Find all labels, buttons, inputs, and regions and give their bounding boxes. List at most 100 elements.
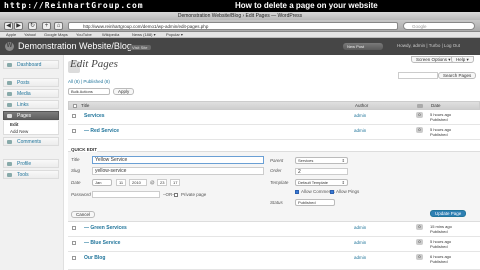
column-header-date[interactable]: Date (431, 102, 441, 110)
row-checkbox[interactable] (72, 256, 76, 260)
help-button[interactable]: Help ▾ (451, 56, 474, 63)
author-link[interactable]: admin (354, 113, 366, 118)
allow-comments-checkbox[interactable] (295, 190, 299, 194)
sidebar-item-label: Links (17, 102, 29, 108)
column-header-title[interactable]: Title (81, 102, 89, 110)
update-page-button[interactable]: Update Page (430, 210, 467, 217)
author-link[interactable]: admin (354, 225, 366, 230)
back-button[interactable]: ◀ (4, 22, 13, 30)
comment-count-badge[interactable]: 0 (416, 239, 423, 245)
table-row: — Red Service admin 0 5 hours ago Publish… (68, 125, 480, 140)
comments-column-icon (417, 104, 423, 108)
password-input[interactable] (92, 191, 160, 198)
author-link[interactable]: admin (354, 240, 366, 245)
wordpress-logo-icon: W (5, 42, 14, 51)
page-title-link[interactable]: Services (84, 113, 105, 119)
reload-button[interactable]: ↻ (28, 22, 37, 30)
sidebar-item-comments[interactable]: Comments (3, 137, 59, 146)
url-text: http://www.reinhartgroup.com/demo1/wp-ad… (83, 24, 209, 29)
comment-count-badge[interactable]: 0 (416, 224, 423, 230)
author-link[interactable]: admin (354, 255, 366, 260)
bulk-actions-select[interactable]: Bulk Actions (68, 88, 110, 95)
pages-icon (7, 114, 12, 118)
parent-select[interactable]: Services ⇕ (295, 157, 348, 164)
sidebar-item-label: Profile (17, 161, 32, 167)
template-label: Template (270, 180, 289, 185)
page-title-link[interactable]: — Blue Service (84, 240, 120, 246)
allow-pings-checkbox[interactable] (330, 190, 334, 194)
sidebar-subitem-add-new[interactable]: Add New (3, 128, 59, 135)
sidebar-item-links[interactable]: Links (3, 100, 59, 109)
at-label: @ (150, 180, 155, 185)
day-input[interactable]: 11 (116, 179, 126, 186)
sidebar-item-label: Tools (17, 172, 29, 178)
sidebar-item-tools[interactable]: Tools (3, 170, 59, 179)
apply-button[interactable]: Apply (113, 88, 135, 95)
row-checkbox[interactable] (72, 241, 76, 245)
sidebar-item-label: Dashboard (17, 62, 42, 68)
hour-input[interactable]: 23 (157, 179, 167, 186)
sidebar-item-label: Pages (17, 113, 32, 119)
admin-sidebar: Dashboard Posts Media Links Pages Edit A… (0, 55, 64, 270)
home-button[interactable]: ⌂ (54, 22, 63, 30)
page-title-link[interactable]: — Red Service (84, 128, 119, 134)
banner-caption-text: How to delete a page on your website (235, 1, 378, 10)
date-cell: 15 mins ago Published (430, 224, 452, 234)
address-bar[interactable]: http://www.reinhartgroup.com/demo1/wp-ad… (68, 22, 398, 30)
user-links[interactable]: Howdy, admin | Turbo | Log Out (397, 43, 460, 48)
forward-button[interactable]: ▶ (14, 22, 23, 30)
private-page-checkbox[interactable] (174, 193, 178, 197)
template-select[interactable]: Default Template ⇕ (295, 179, 348, 186)
table-row: Our Blog admin 0 6 hours ago Published (68, 252, 480, 270)
row-checkbox[interactable] (72, 114, 76, 118)
screen-options-button[interactable]: Screen Options ▾ (411, 56, 456, 63)
status-select[interactable]: Published (295, 199, 335, 206)
sidebar-item-dashboard[interactable]: Dashboard (3, 60, 59, 69)
private-page-label: Private page (181, 192, 207, 197)
row-checkbox[interactable] (72, 226, 76, 230)
date-status: Published (430, 117, 448, 122)
slug-input[interactable]: yellow-service (92, 167, 264, 175)
screen: http://ReinhartGroup.com How to delete a… (0, 0, 480, 270)
row-checkbox[interactable] (72, 129, 76, 133)
sidebar-item-media[interactable]: Media (3, 89, 59, 98)
status-filter-links[interactable]: All (8) | Published (8) (68, 79, 110, 84)
video-banner: http://ReinhartGroup.com How to delete a… (0, 0, 480, 12)
add-bookmark-button[interactable]: + (42, 22, 51, 30)
order-value: 2 (298, 169, 301, 175)
comment-count-badge[interactable]: 0 (416, 112, 423, 118)
search-pages-button[interactable]: Search Pages (438, 72, 477, 79)
title-input-value: Yellow Service (95, 157, 128, 163)
favorite-actions-dropdown[interactable]: New Post (343, 43, 383, 50)
page-title-link[interactable]: Our Blog (84, 255, 105, 261)
browser-search-input[interactable]: Google (403, 22, 475, 30)
sidebar-subitem-edit[interactable]: Edit (3, 121, 59, 128)
year-value: 2010 (132, 180, 141, 185)
table-header: Title Author Date (68, 101, 480, 110)
template-value: Default Template (298, 180, 328, 185)
sidebar-item-profile[interactable]: Profile (3, 159, 59, 168)
or-label: –OR– (163, 192, 175, 197)
minute-input[interactable]: 17 (170, 179, 180, 186)
author-link[interactable]: admin (354, 128, 366, 133)
tools-icon (7, 173, 12, 177)
page-title-link[interactable]: — Green Services (84, 225, 127, 231)
year-input[interactable]: 2010 (129, 179, 147, 186)
title-input[interactable]: Yellow Service (92, 156, 264, 164)
search-pages-input[interactable] (398, 72, 438, 79)
status-label: Status (270, 200, 283, 205)
date-cell: 6 hours ago Published (430, 254, 451, 264)
sidebar-item-pages[interactable]: Pages (3, 111, 59, 120)
select-all-checkbox[interactable] (73, 104, 77, 108)
comment-count-badge[interactable]: 0 (416, 254, 423, 260)
day-value: 11 (119, 180, 124, 185)
order-input[interactable]: 2 (295, 168, 348, 175)
password-label: Password (71, 192, 91, 197)
cancel-button[interactable]: Cancel (71, 211, 96, 218)
month-select[interactable]: Jan (92, 179, 112, 186)
site-title[interactable]: Demonstration Website/Blog (18, 41, 132, 51)
sidebar-item-posts[interactable]: Posts (3, 78, 59, 87)
comment-count-badge[interactable]: 0 (416, 127, 423, 133)
slug-input-value: yellow-service (95, 168, 127, 174)
visit-site-button[interactable]: Visit Site (129, 45, 151, 50)
